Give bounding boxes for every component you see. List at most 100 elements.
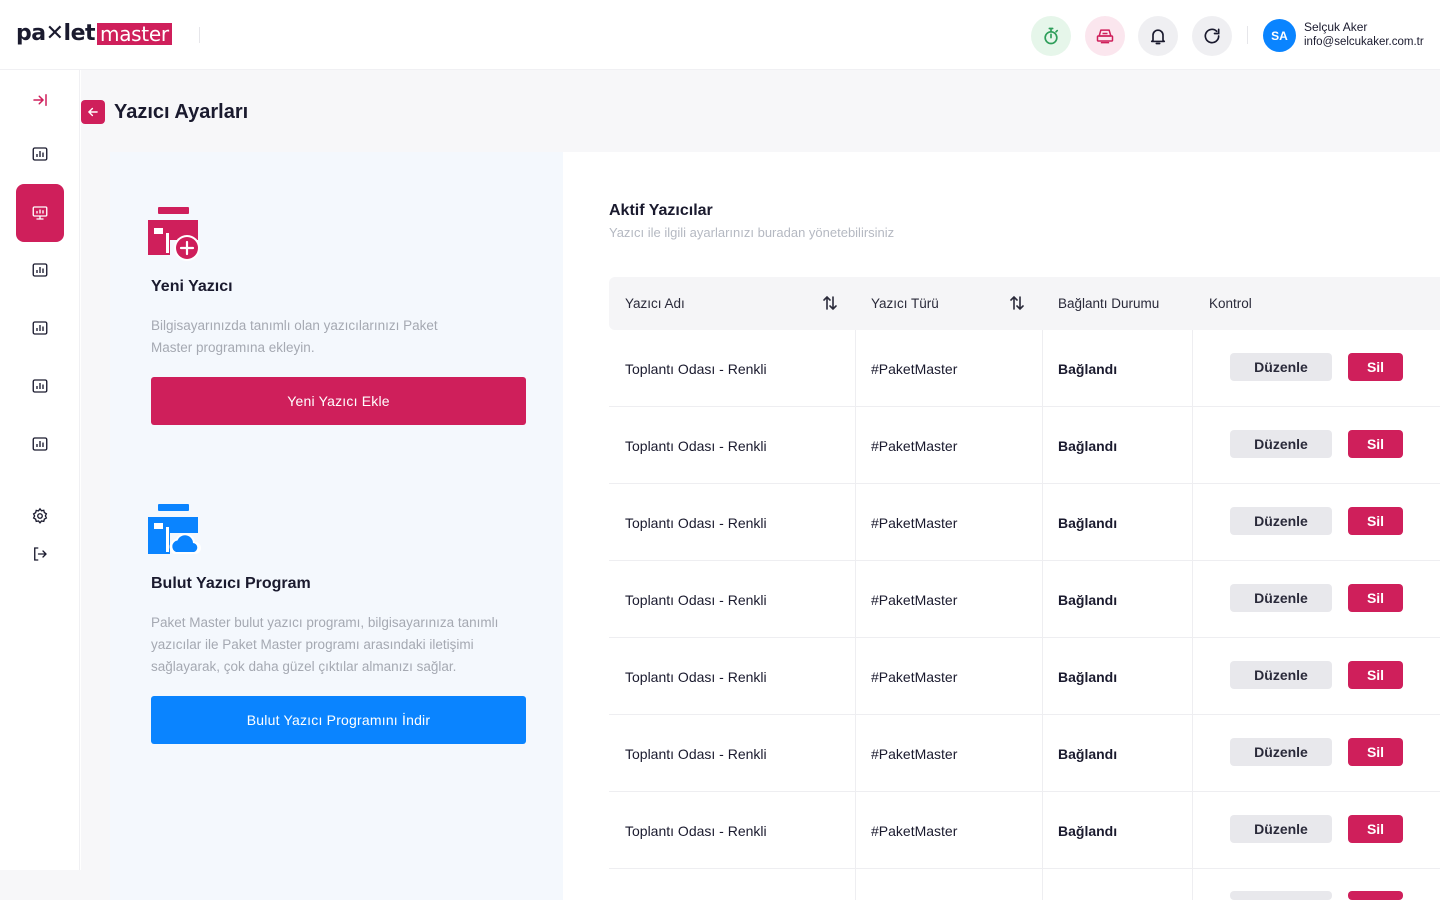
chart-icon	[32, 437, 48, 451]
column-divider	[1192, 638, 1193, 715]
chart-icon	[32, 263, 48, 277]
printer-icon	[1096, 29, 1114, 44]
printer-type-cell: #PaketMaster	[871, 360, 958, 377]
delete-button[interactable]: Sil	[1348, 353, 1403, 381]
column-divider	[855, 407, 856, 484]
printer-name-cell: Toplantı Odası - Renkli	[625, 360, 767, 377]
column-divider	[855, 561, 856, 638]
table-row-partial	[609, 868, 1440, 900]
column-divider	[1042, 715, 1043, 792]
connection-status-badge: Bağlandı	[1058, 822, 1118, 839]
header-divider	[199, 27, 200, 43]
column-divider	[855, 792, 856, 869]
edit-button[interactable]: Düzenle	[1230, 353, 1332, 381]
printer-type-cell: #PaketMaster	[871, 591, 958, 608]
column-divider	[1192, 330, 1193, 407]
arrow-left-icon	[87, 107, 98, 117]
sidebar-item-reports-1[interactable]	[16, 130, 64, 178]
column-header-control: Kontrol	[1209, 296, 1252, 311]
active-printers-title: Aktif Yazıcılar	[609, 202, 713, 219]
column-divider	[1192, 407, 1193, 484]
delete-button[interactable]: Sil	[1348, 815, 1403, 843]
column-divider	[1042, 792, 1043, 869]
delete-button[interactable]	[1348, 891, 1403, 900]
table-row: Toplantı Odası - Renkli #PaketMaster Bağla…	[609, 715, 1440, 792]
edit-button[interactable]: Düzenle	[1230, 661, 1332, 689]
user-divider	[1247, 26, 1248, 44]
sidebar-item-reports-2[interactable]	[16, 246, 64, 294]
column-divider	[1192, 792, 1193, 869]
connection-status-badge: Bağlandı	[1058, 360, 1118, 377]
sidebar-item-logout[interactable]	[16, 530, 64, 578]
connection-status-badge: Bağlandı	[1058, 591, 1118, 608]
column-header-printer-type[interactable]: Yazıcı Türü	[871, 296, 939, 311]
printer-type-cell: #PaketMaster	[871, 437, 958, 454]
timer-icon	[1044, 27, 1059, 45]
sidebar-item-printer-settings[interactable]	[16, 184, 64, 242]
column-header-connection-status: Bağlantı Durumu	[1058, 296, 1160, 311]
add-new-printer-button[interactable]: Yeni Yazıcı Ekle	[151, 377, 526, 425]
edit-button[interactable]: Düzenle	[1230, 430, 1332, 458]
column-divider	[855, 715, 856, 792]
top-header: pa✕let master SA Selçuk Aker info@selcuk…	[0, 0, 1440, 70]
printer-type-cell: #PaketMaster	[871, 668, 958, 685]
sidebar-item-reports-3[interactable]	[16, 304, 64, 352]
timer-button[interactable]	[1031, 16, 1071, 56]
column-divider	[1192, 868, 1193, 900]
printer-name-cell: Toplantı Odası - Renkli	[625, 745, 767, 762]
table-row: Toplantı Odası - Renkli #PaketMaster Bağla…	[609, 792, 1440, 869]
new-printer-description: Bilgisayarınızda tanımlı olan yazıcıları…	[151, 318, 438, 355]
sidebar-expand-button[interactable]	[16, 76, 64, 124]
new-printer-title: Yeni Yazıcı	[151, 278, 233, 295]
refresh-button[interactable]	[1192, 16, 1232, 56]
sidebar-item-reports-4[interactable]	[16, 362, 64, 410]
edit-button[interactable]	[1230, 891, 1332, 900]
chart-icon	[32, 379, 48, 393]
expand-icon	[33, 94, 47, 106]
delete-button[interactable]: Sil	[1348, 661, 1403, 689]
delete-button[interactable]: Sil	[1348, 507, 1403, 535]
connection-status-badge: Bağlandı	[1058, 437, 1118, 454]
column-header-printer-name[interactable]: Yazıcı Adı	[625, 296, 685, 311]
printer-name-cell: Toplantı Odası - Renkli	[625, 591, 767, 608]
table-row: Toplantı Odası - Renkli #PaketMaster Bağla…	[609, 330, 1440, 407]
refresh-icon	[1204, 28, 1220, 44]
sort-icon[interactable]	[1009, 294, 1025, 312]
settings-icon	[32, 507, 48, 524]
notifications-button[interactable]	[1138, 16, 1178, 56]
sidebar-item-reports-5[interactable]	[16, 420, 64, 468]
column-divider	[1042, 638, 1043, 715]
printer-name-cell: Toplantı Odası - Renkli	[625, 437, 767, 454]
printer-status-button[interactable]	[1085, 16, 1125, 56]
add-printer-icon	[148, 207, 200, 261]
cloud-printer-title: Bulut Yazıcı Program	[151, 575, 311, 592]
cloud-printer-icon	[148, 504, 201, 554]
edit-button[interactable]: Düzenle	[1230, 584, 1332, 612]
user-avatar[interactable]: SA	[1263, 19, 1296, 52]
sort-icon[interactable]	[822, 294, 838, 312]
chart-icon	[32, 147, 48, 161]
chart-icon	[32, 321, 48, 335]
connection-status-badge: Bağlandı	[1058, 745, 1118, 762]
column-divider	[855, 638, 856, 715]
connection-status-badge: Bağlandı	[1058, 668, 1118, 685]
delete-button[interactable]: Sil	[1348, 584, 1403, 612]
column-divider	[855, 868, 856, 900]
column-divider	[1192, 561, 1193, 638]
column-divider	[1042, 561, 1043, 638]
user-email: info@selcukaker.com.tr	[1304, 36, 1424, 48]
edit-button[interactable]: Düzenle	[1230, 507, 1332, 535]
cloud-printer-description: Paket Master bulut yazıcı programı, bilg…	[151, 615, 499, 674]
delete-button[interactable]: Sil	[1348, 738, 1403, 766]
table-row: Toplantı Odası - Renkli #PaketMaster Bağla…	[609, 407, 1440, 484]
printer-type-cell: #PaketMaster	[871, 745, 958, 762]
printer-name-cell: Toplantı Odası - Renkli	[625, 668, 767, 685]
table-row: Toplantı Odası - Renkli #PaketMaster Bağla…	[609, 561, 1440, 638]
edit-button[interactable]: Düzenle	[1230, 738, 1332, 766]
delete-button[interactable]: Sil	[1348, 430, 1403, 458]
connection-status-badge: Bağlandı	[1058, 514, 1118, 531]
back-button[interactable]	[81, 100, 105, 124]
app-logo[interactable]: pa✕let master	[16, 22, 172, 46]
edit-button[interactable]: Düzenle	[1230, 815, 1332, 843]
download-cloud-printer-button[interactable]: Bulut Yazıcı Programını İndir	[151, 696, 526, 744]
